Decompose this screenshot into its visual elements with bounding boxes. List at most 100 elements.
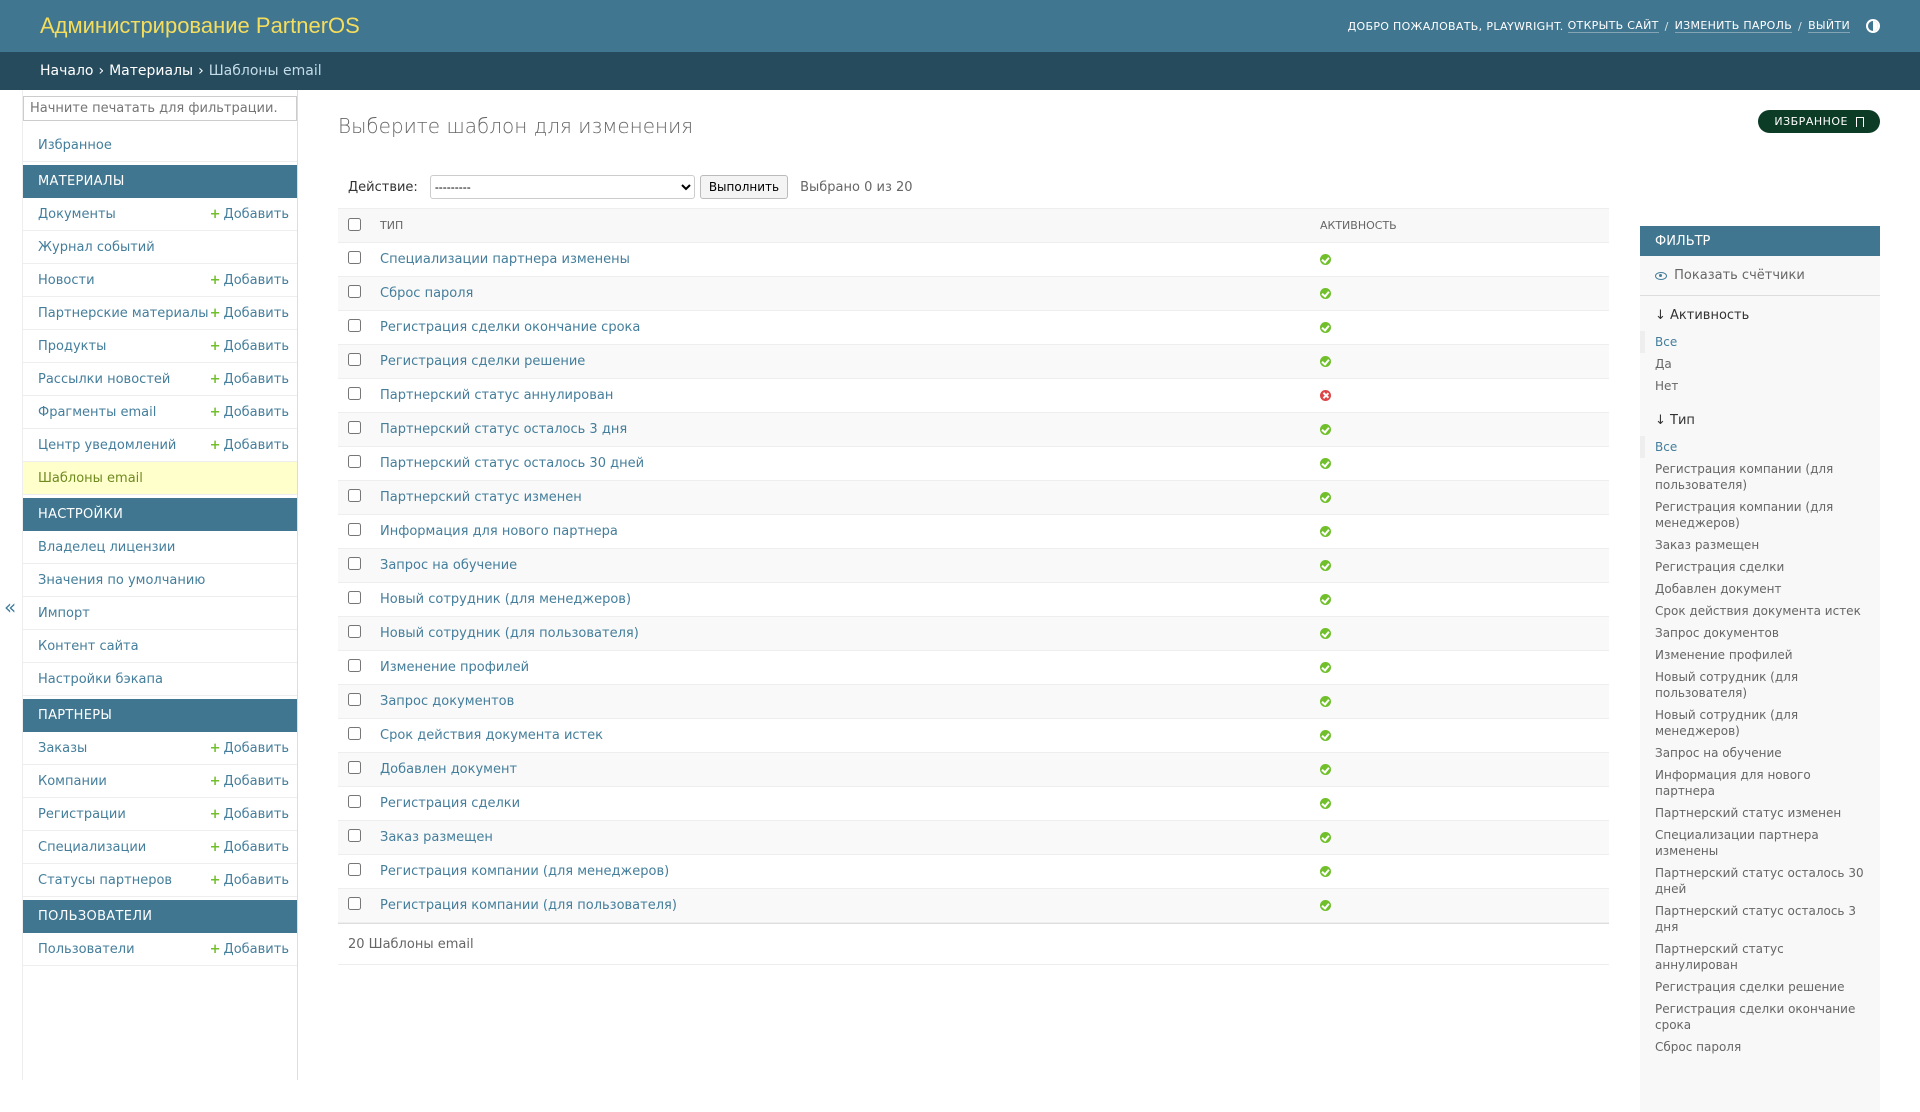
row-checkbox[interactable] — [348, 727, 361, 740]
sidebar-item-label[interactable]: Регистрации — [38, 807, 126, 822]
breadcrumb-app[interactable]: Материалы — [109, 63, 193, 79]
filter-option[interactable]: Сброс пароля — [1640, 1036, 1880, 1058]
sidebar-item-favorites[interactable]: Избранное — [23, 129, 297, 162]
sidebar-item[interactable]: Шаблоны email — [23, 462, 297, 495]
favorites-button[interactable]: ИЗБРАННОЕ — [1758, 110, 1880, 133]
filter-option[interactable]: Регистрация компании (для пользователя) — [1640, 458, 1880, 496]
filter-option[interactable]: Запрос документов — [1640, 622, 1880, 644]
row-checkbox[interactable] — [348, 523, 361, 536]
view-site-link[interactable]: Открыть сайт — [1567, 19, 1659, 33]
row-checkbox[interactable] — [348, 897, 361, 910]
run-action-button[interactable]: Выполнить — [699, 175, 789, 199]
filter-group-title[interactable]: ↓ Активность — [1640, 296, 1880, 331]
collapse-sidebar-icon[interactable]: « — [4, 595, 16, 619]
add-link[interactable]: + Добавить — [210, 273, 289, 288]
sidebar-item[interactable]: Владелец лицензии — [23, 531, 297, 564]
filter-option[interactable]: Партнерский статус осталось 30 дней — [1640, 862, 1880, 900]
row-checkbox[interactable] — [348, 319, 361, 332]
sidebar-item-label[interactable]: Специализации — [38, 840, 146, 855]
row-checkbox[interactable] — [348, 251, 361, 264]
sidebar-item[interactable]: Компании + Добавить — [23, 765, 297, 798]
row-checkbox[interactable] — [348, 659, 361, 672]
filter-option[interactable]: Срок действия документа истек — [1640, 600, 1880, 622]
row-checkbox[interactable] — [348, 863, 361, 876]
row-checkbox[interactable] — [348, 625, 361, 638]
sidebar-item-label[interactable]: Партнерские материалы — [38, 306, 208, 321]
sidebar-item-label[interactable]: Пользователи — [38, 942, 135, 957]
type-link[interactable]: Информация для нового партнера — [380, 524, 618, 539]
sidebar-item[interactable]: Значения по умолчанию — [23, 564, 297, 597]
breadcrumb-home[interactable]: Начало — [40, 63, 93, 79]
column-header-active[interactable]: Активность — [1319, 208, 1609, 243]
filter-option[interactable]: Специализации партнера изменены — [1640, 824, 1880, 862]
site-name-link[interactable]: Администрирование PartnerOS — [40, 13, 360, 39]
sidebar-item-label[interactable]: Настройки бэкапа — [38, 672, 163, 687]
sidebar-item-label[interactable]: Рассылки новостей — [38, 372, 170, 387]
sidebar-item[interactable]: Настройки бэкапа — [23, 663, 297, 696]
type-link[interactable]: Заказ размещен — [380, 830, 493, 845]
nav-filter-input[interactable] — [23, 96, 297, 121]
row-checkbox[interactable] — [348, 693, 361, 706]
filter-option[interactable]: Заказ размещен — [1640, 534, 1880, 556]
filter-option[interactable]: Новый сотрудник (для пользователя) — [1640, 666, 1880, 704]
filter-option[interactable]: Партнерский статус аннулирован — [1640, 938, 1880, 976]
nav-section-header[interactable]: Настройки — [23, 498, 297, 531]
sidebar-item-label[interactable]: Владелец лицензии — [38, 540, 175, 555]
row-checkbox[interactable] — [348, 455, 361, 468]
sidebar-item[interactable]: Статусы партнеров + Добавить — [23, 864, 297, 897]
filter-option[interactable]: Изменение профилей — [1640, 644, 1880, 666]
sidebar-item-label[interactable]: Заказы — [38, 741, 87, 756]
sidebar-item-label[interactable]: Фрагменты email — [38, 405, 156, 420]
sidebar-item[interactable]: Рассылки новостей + Добавить — [23, 363, 297, 396]
type-link[interactable]: Сброс пароля — [380, 286, 473, 301]
filter-option[interactable]: Да — [1640, 353, 1880, 375]
nav-section-header[interactable]: Пользователи — [23, 900, 297, 933]
filter-option[interactable]: Запрос на обучение — [1640, 742, 1880, 764]
filter-option[interactable]: Регистрация сделки — [1640, 556, 1880, 578]
type-link[interactable]: Регистрация компании (для менеджеров) — [380, 864, 669, 879]
sidebar-item[interactable]: Новости + Добавить — [23, 264, 297, 297]
add-link[interactable]: + Добавить — [210, 741, 289, 756]
row-checkbox[interactable] — [348, 489, 361, 502]
sidebar-item-label[interactable]: Центр уведомлений — [38, 438, 176, 453]
row-checkbox[interactable] — [348, 795, 361, 808]
show-counts-link[interactable]: Показать счётчики — [1674, 268, 1805, 283]
filter-option[interactable]: Регистрация сделки окончание срока — [1640, 998, 1880, 1036]
type-link[interactable]: Новый сотрудник (для пользователя) — [380, 626, 639, 641]
sidebar-item-label[interactable]: Контент сайта — [38, 639, 139, 654]
sidebar-item[interactable]: Регистрации + Добавить — [23, 798, 297, 831]
sidebar-item[interactable]: Специализации + Добавить — [23, 831, 297, 864]
sidebar-item[interactable]: Партнерские материалы + Добавить — [23, 297, 297, 330]
sidebar-item-label[interactable]: Новости — [38, 273, 95, 288]
sidebar-item-label[interactable]: Компании — [38, 774, 107, 789]
row-checkbox[interactable] — [348, 829, 361, 842]
type-link[interactable]: Партнерский статус осталось 30 дней — [380, 456, 644, 471]
add-link[interactable]: + Добавить — [210, 873, 289, 888]
add-link[interactable]: + Добавить — [210, 339, 289, 354]
sidebar-item-label[interactable]: Шаблоны email — [38, 471, 143, 486]
logout-link[interactable]: Выйти — [1808, 19, 1850, 33]
filter-option[interactable]: Регистрация компании (для менеджеров) — [1640, 496, 1880, 534]
sidebar-item[interactable]: Пользователи + Добавить — [23, 933, 297, 966]
add-link[interactable]: + Добавить — [210, 306, 289, 321]
type-link[interactable]: Партнерский статус изменен — [380, 490, 582, 505]
add-link[interactable]: + Добавить — [210, 207, 289, 222]
sidebar-item[interactable]: Импорт — [23, 597, 297, 630]
type-link[interactable]: Новый сотрудник (для менеджеров) — [380, 592, 631, 607]
row-checkbox[interactable] — [348, 557, 361, 570]
select-all-checkbox[interactable] — [348, 217, 361, 231]
type-link[interactable]: Добавлен документ — [380, 762, 517, 777]
sidebar-item[interactable]: Центр уведомлений + Добавить — [23, 429, 297, 462]
sidebar-item-label[interactable]: Продукты — [38, 339, 106, 354]
add-link[interactable]: + Добавить — [210, 372, 289, 387]
sidebar-item[interactable]: Журнал событий — [23, 231, 297, 264]
type-link[interactable]: Специализации партнера изменены — [380, 252, 630, 267]
filter-option[interactable]: Все — [1640, 436, 1880, 458]
type-link[interactable]: Изменение профилей — [380, 660, 529, 675]
type-link[interactable]: Запрос на обучение — [380, 558, 517, 573]
type-link[interactable]: Регистрация сделки окончание срока — [380, 320, 640, 335]
add-link[interactable]: + Добавить — [210, 840, 289, 855]
filter-option[interactable]: Новый сотрудник (для менеджеров) — [1640, 704, 1880, 742]
sidebar-item-label[interactable]: Документы — [38, 207, 116, 222]
row-checkbox[interactable] — [348, 421, 361, 434]
